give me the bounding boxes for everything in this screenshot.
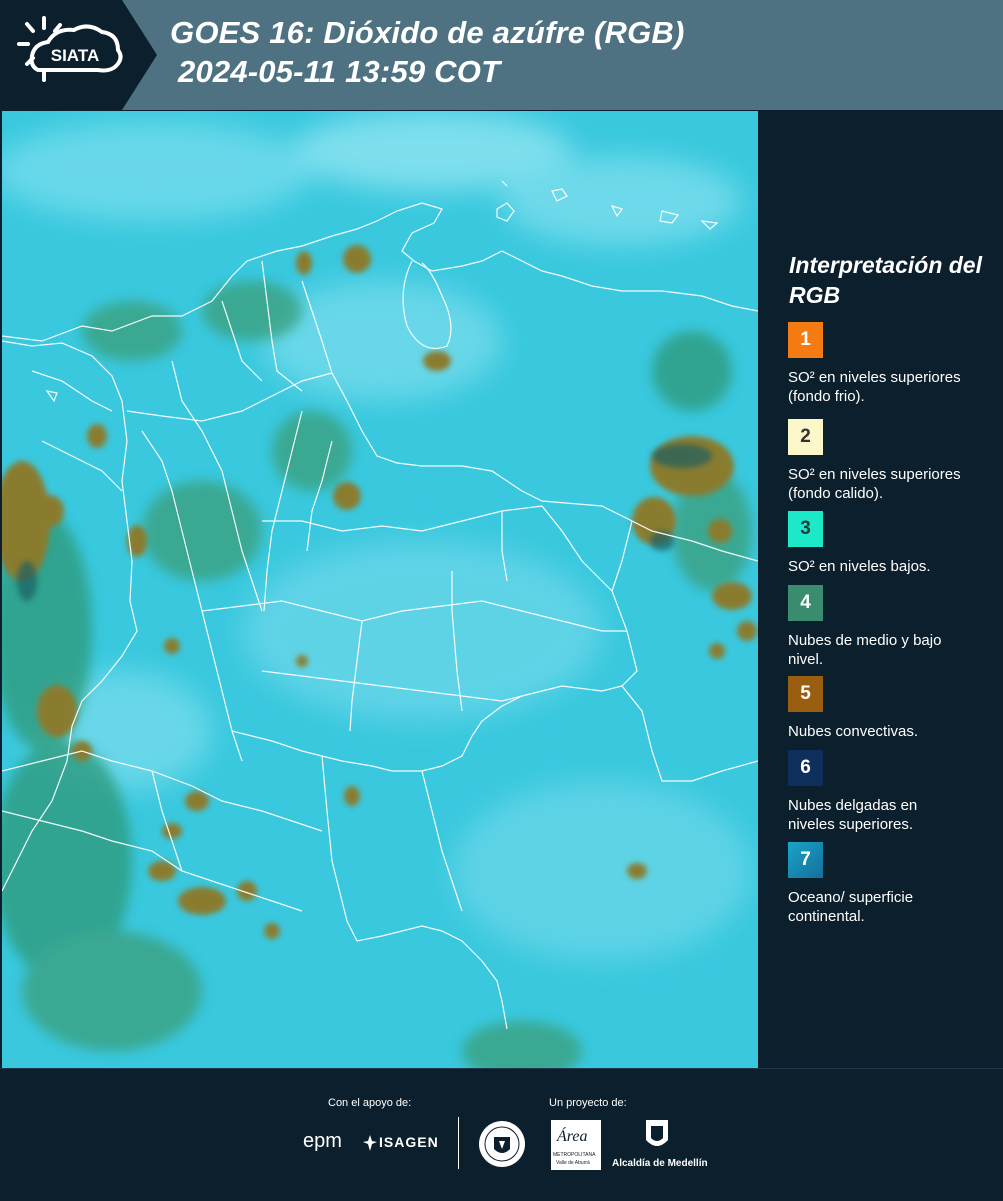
isagen-logo[interactable]: ISAGEN (362, 1132, 442, 1154)
project-label: Un proyecto de: (549, 1097, 627, 1109)
legend-text: SO² en niveles superiores (fondo calido)… (788, 466, 961, 502)
area-sub2-text: Valle de Aburrá (556, 1160, 590, 1166)
legend-item-1: 1 SO² en niveles superiores (fondo frio)… (788, 322, 993, 406)
legend-text: SO² en niveles superiores (fondo frio). (788, 369, 961, 405)
legend-swatch: 7 (788, 842, 823, 878)
alcaldia-shield-icon (646, 1120, 668, 1146)
siata-logo-graphic: SIATA (0, 0, 157, 110)
legend-swatch: 5 (788, 676, 823, 712)
legend-swatch: 3 (788, 511, 823, 547)
legend-item-2: 2 SO² en niveles superiores (fondo calid… (788, 419, 993, 503)
header: SIATA GOES 16: Dióxido de azúfre (RGB) 2… (0, 0, 1003, 110)
alcaldia-logo[interactable]: Alcaldía de Medellín (612, 1118, 708, 1170)
legend-item-7: 7 Oceano/ superficie continental. (788, 842, 993, 926)
seal-icon (479, 1121, 525, 1167)
legend-title: Interpretación del RGB (789, 252, 982, 308)
legend-swatch: 4 (788, 585, 823, 621)
legend-text: Oceano/ superficie continental. (788, 889, 914, 925)
legend-item-5: 5 Nubes convectivas. (788, 676, 993, 741)
legend-item-4: 4 Nubes de medio y bajo nivel. (788, 585, 993, 669)
isagen-icon (363, 1135, 377, 1151)
area-text: Área (557, 1128, 588, 1145)
legend-text: Nubes de medio y bajo nivel. (788, 632, 942, 668)
footer-divider (458, 1117, 459, 1169)
alcaldia-text: Alcaldía de Medellín (612, 1158, 708, 1169)
area-metropolitana-logo[interactable]: Área METROPOLITANA Valle de Aburrá (551, 1120, 601, 1170)
legend-text: Nubes delgadas en niveles superiores. (788, 797, 918, 833)
area-sub-text: METROPOLITANA (553, 1152, 596, 1158)
support-label: Con el apoyo de: (328, 1097, 412, 1109)
legend-text: SO² en niveles bajos. (788, 558, 931, 575)
siata-logo[interactable]: SIATA (0, 0, 160, 110)
epm-logo[interactable]: epm (303, 1130, 342, 1153)
legend-swatch: 2 (788, 419, 823, 455)
page-title: GOES 16: Dióxido de azúfre (RGB) (170, 15, 685, 50)
satellite-map[interactable] (2, 111, 758, 1069)
legend-swatch: 6 (788, 750, 823, 786)
isagen-text: ISAGEN (379, 1134, 439, 1150)
legend-item-3: 3 SO² en niveles bajos. (788, 511, 993, 576)
legend-swatch: 1 (788, 322, 823, 358)
timestamp: 2024-05-11 13:59 COT (178, 54, 501, 89)
legend-item-6: 6 Nubes delgadas en niveles superiores. (788, 750, 993, 834)
siata-logo-text: SIATA (51, 46, 99, 65)
satellite-rgb-image (2, 111, 758, 1069)
medellin-seal-logo[interactable] (477, 1119, 527, 1169)
legend-text: Nubes convectivas. (788, 723, 919, 740)
